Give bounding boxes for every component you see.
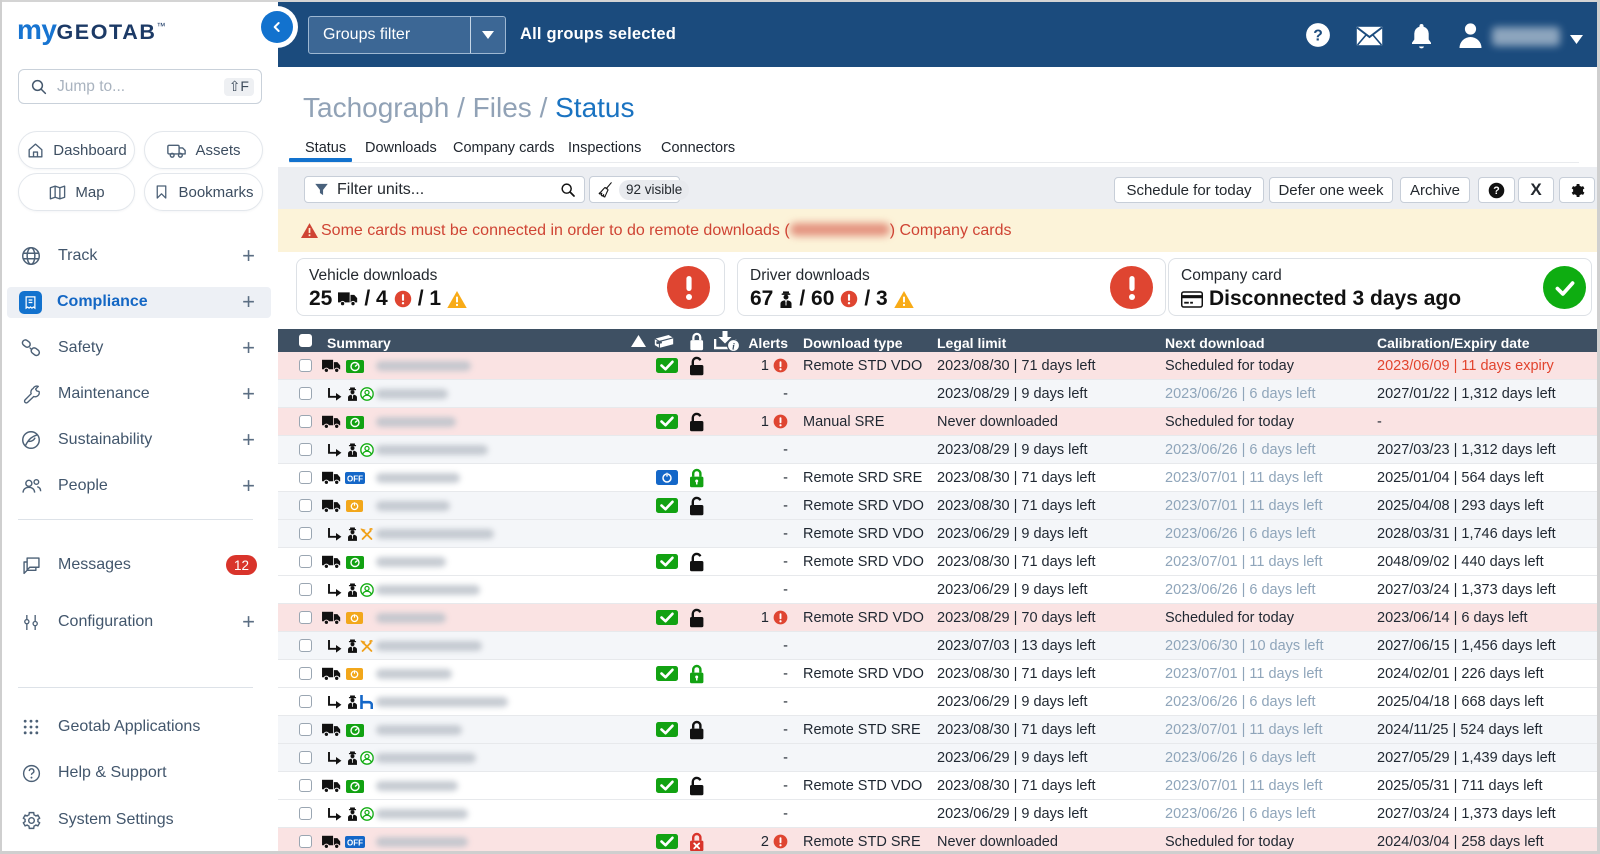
svg-text:i: i [732, 343, 735, 352]
svg-text:?: ? [1493, 185, 1499, 197]
svg-text:?: ? [1313, 27, 1323, 44]
svg-text:OFF: OFF [347, 838, 363, 847]
svg-text:OFF: OFF [347, 474, 363, 483]
